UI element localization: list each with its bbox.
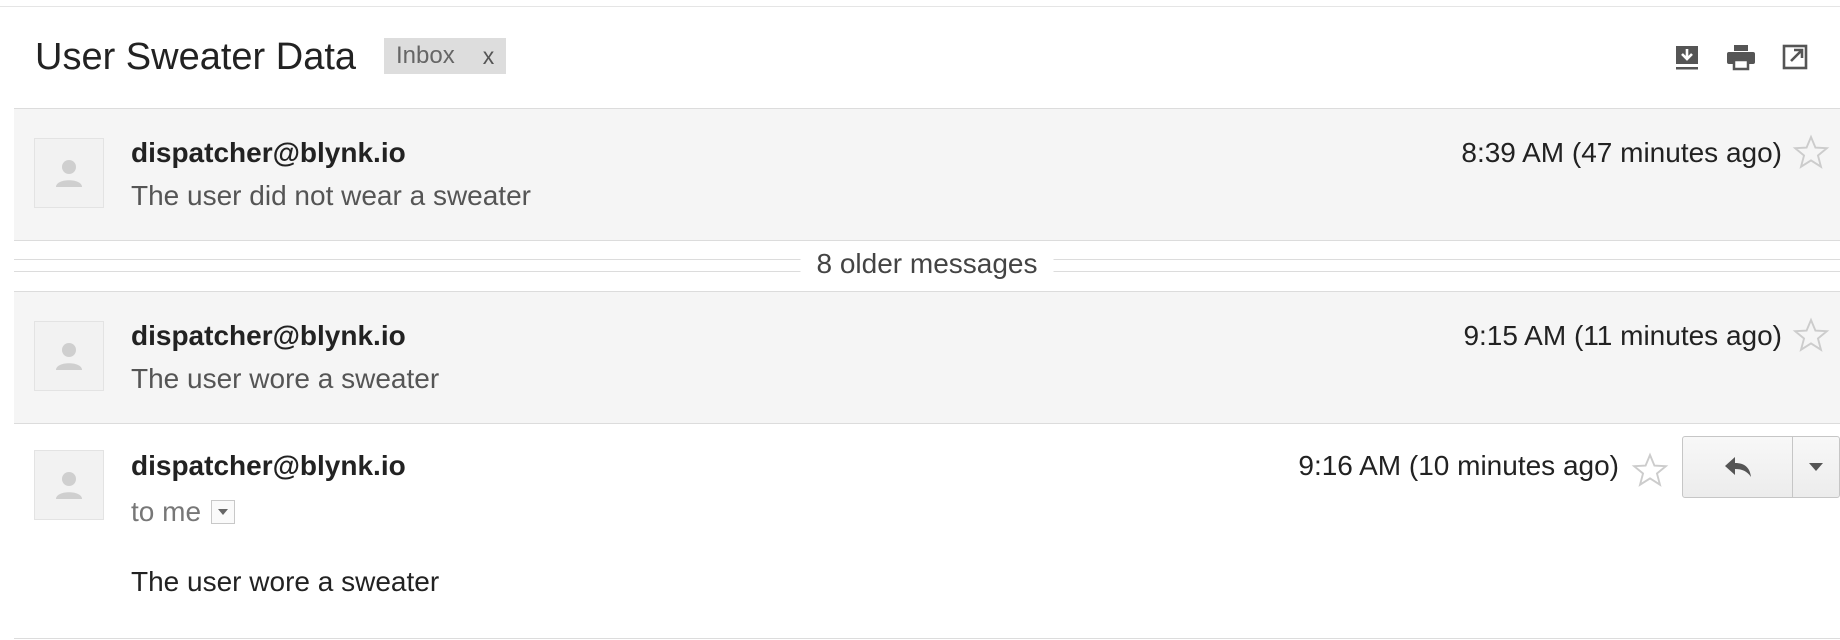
print-button[interactable]	[1724, 40, 1758, 74]
avatar	[34, 450, 104, 520]
thread-subject: User Sweater Data	[35, 36, 357, 78]
person-icon	[56, 343, 82, 370]
remove-label-button[interactable]: x	[455, 43, 507, 70]
avatar	[34, 321, 104, 391]
print-icon	[1727, 45, 1755, 71]
collapsed-message[interactable]: dispatcher@blynk.io The user did not wea…	[14, 108, 1840, 240]
message-time: 9:16 AM (10 minutes ago)	[1298, 450, 1619, 481]
chevron-down-icon	[1809, 463, 1823, 471]
sender-name: dispatcher@blynk.io	[131, 137, 406, 168]
recipient-line: to me	[131, 496, 236, 528]
reply-icon	[1724, 457, 1751, 477]
sender-name: dispatcher@blynk.io	[131, 320, 406, 351]
avatar	[34, 138, 104, 208]
inbox-label-chip[interactable]: Inbox x	[384, 38, 507, 74]
sender-name: dispatcher@blynk.io	[131, 450, 406, 481]
star-icon[interactable]	[1792, 133, 1830, 171]
download-button[interactable]	[1670, 40, 1704, 74]
new-window-icon	[1782, 44, 1808, 70]
thread-header: User Sweater Data Inbox x	[0, 28, 1840, 88]
download-icon	[1676, 46, 1698, 70]
show-details-button[interactable]	[211, 500, 236, 524]
star-icon[interactable]	[1792, 316, 1830, 354]
message-snippet: The user did not wear a sweater	[131, 180, 531, 211]
open-message: dispatcher@blynk.io to me The user wore …	[14, 423, 1840, 639]
reply-button-group	[1682, 436, 1840, 498]
person-icon	[56, 472, 82, 499]
older-messages-divider[interactable]: 8 older messages	[14, 240, 1840, 291]
message-body: The user wore a sweater	[131, 566, 440, 597]
thread-actions	[1670, 40, 1812, 74]
person-icon	[56, 160, 82, 187]
label-text[interactable]: Inbox	[384, 42, 455, 70]
chevron-down-icon	[218, 509, 229, 515]
open-new-window-button[interactable]	[1778, 40, 1812, 74]
message-time: 9:15 AM (11 minutes ago)	[1463, 320, 1782, 351]
more-actions-button[interactable]	[1792, 437, 1839, 497]
message-time: 8:39 AM (47 minutes ago)	[1461, 137, 1782, 168]
message-thread: dispatcher@blynk.io The user did not wea…	[14, 108, 1840, 639]
older-messages-link[interactable]: 8 older messages	[800, 248, 1054, 280]
message-snippet: The user wore a sweater	[131, 363, 440, 394]
top-divider	[0, 6, 1840, 7]
star-icon[interactable]	[1631, 451, 1669, 489]
collapsed-message[interactable]: dispatcher@blynk.io The user wore a swea…	[14, 291, 1840, 423]
reply-button[interactable]	[1683, 437, 1792, 497]
recipient-text: to me	[131, 496, 202, 527]
